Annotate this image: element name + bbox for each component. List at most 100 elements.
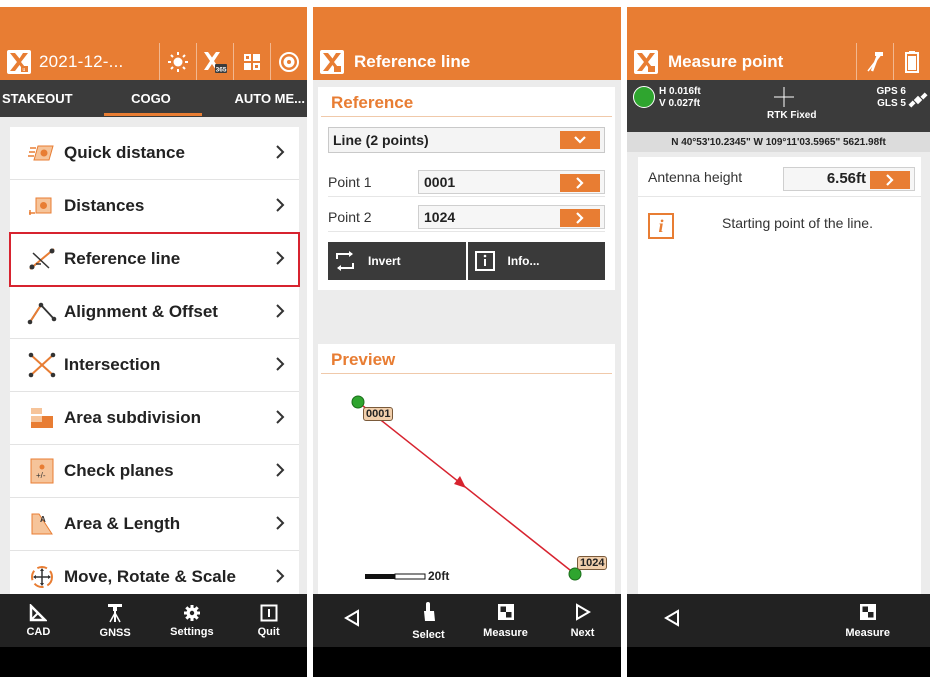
quit-button[interactable]: Quit [230,594,307,647]
tab-stakeout[interactable]: STAKEOUT [0,80,100,117]
antenna-height-value: 6.56ft [826,170,866,187]
chevron-right-icon [276,516,285,530]
quit-icon [260,604,278,621]
bottom-toolbar: Measure [627,594,930,647]
info-icon: i [648,213,674,239]
quit-label: Quit [257,625,280,638]
gls-count: GLS 5 [877,98,906,109]
tab-cogo[interactable]: COGO [100,80,203,117]
reference-heading: Reference [321,87,612,117]
invert-button[interactable]: Invert [328,242,466,280]
point1-pick-button[interactable] [560,173,600,192]
menu-label: Reference line [64,249,181,268]
status-bar [313,7,621,43]
area-subdivision-icon [22,403,62,433]
app-logo-icon[interactable]: u [7,49,31,74]
point2-field[interactable]: 1024 [418,204,605,229]
measure-button[interactable]: Measure [805,594,930,647]
menu-label: Move, Rotate & Scale [64,567,236,586]
dropdown-button[interactable] [560,131,600,149]
info-button[interactable]: Info... [467,242,605,280]
gnss-status-bar[interactable]: H 0.016ft V 0.027ft RTK Fixed GPS 6 GLS … [627,80,930,132]
bottom-toolbar: CAD GNSS Settings Quit [0,594,307,647]
menu-label: Intersection [64,355,161,374]
chevron-right-icon [276,569,285,583]
software-365-icon[interactable]: 365 [196,43,233,80]
line-type-select[interactable]: Line (2 points) [328,127,605,153]
antenna-height-row: Antenna height 6.56ft [638,157,921,197]
menu-label: Quick distance [64,143,185,162]
move-rotate-scale-icon [22,562,62,592]
job-title[interactable]: 2021-12-... [39,52,123,72]
point1-row: Point 1 0001 [328,167,605,197]
scale-bar-empty [394,573,426,580]
brightness-icon[interactable] [159,43,196,80]
app-logo-icon[interactable] [634,49,658,74]
select-button[interactable]: Select [390,594,467,647]
point1-field[interactable]: 0001 [418,169,605,194]
menu-label: Area & Length [64,514,181,533]
app-bar: u 2021-12-... 365 [0,43,307,80]
menu-item-check-planes[interactable]: +/- Check planes [10,445,299,498]
tab-auto-measure[interactable]: AUTO ME... [202,80,307,117]
menu-item-distances[interactable]: Distances [10,180,299,233]
tap-hand-icon [423,601,435,621]
cad-icon [30,603,48,621]
measure-label: Measure [483,626,528,639]
chevron-down-icon [574,136,586,144]
menu-item-reference-line[interactable]: Reference line [9,232,300,287]
tilt-off-icon[interactable] [856,43,893,80]
chevron-right-icon [276,463,285,477]
app-logo-icon[interactable] [320,49,344,74]
cad-label: CAD [26,625,51,638]
point2-pick-button[interactable] [560,208,600,227]
menu-label: Distances [64,196,145,215]
measure-point-screen: Measure point H 0.016ft V 0.027ft RTK Fi… [627,7,930,677]
measure-icon [497,603,514,620]
antenna-height-label: Antenna height [648,168,743,185]
measure-icon [859,603,876,620]
tab-bar: STAKEOUT COGO AUTO ME... [0,80,307,117]
menu-item-area-length[interactable]: A Area & Length [10,498,299,551]
back-button[interactable] [313,594,390,647]
instruction-text: Starting point of the line. [722,215,873,231]
next-button[interactable]: Next [544,594,621,647]
point2-row: Point 2 1024 [328,202,605,232]
menu-item-alignment-offset[interactable]: Alignment & Offset [10,286,299,339]
chevron-right-icon [276,251,285,265]
compass-icon[interactable] [270,43,307,80]
back-button[interactable] [627,594,716,647]
svg-text:+/-: +/- [36,471,46,480]
back-triangle-icon [343,608,359,627]
status-bar [0,7,307,43]
menu-item-quick-distance[interactable]: Quick distance [10,127,299,180]
chevron-right-icon [276,304,285,318]
antenna-height-field[interactable]: 6.56ft [783,167,915,191]
chevron-right-icon [276,198,285,212]
point-marker-0001[interactable] [351,395,365,409]
cad-button[interactable]: CAD [0,594,77,647]
next-label: Next [570,626,595,639]
back-triangle-icon [663,608,679,627]
point-label-0001: 0001 [363,407,394,421]
quick-distance-icon [22,138,62,168]
reference-line-screen: Reference line Reference Line (2 points)… [313,7,621,677]
grid-view-icon[interactable] [233,43,270,80]
settings-label: Settings [170,625,214,638]
scale-bar-filled [365,574,395,579]
menu-item-intersection[interactable]: Intersection [10,339,299,392]
menu-item-area-subdivision[interactable]: Area subdivision [10,392,299,445]
measure-button[interactable]: Measure [467,594,544,647]
fix-status-indicator [633,86,655,108]
menu-label: Check planes [64,461,174,480]
preview-map[interactable]: 0001 1024 20ft [318,378,615,594]
preview-heading: Preview [321,344,612,374]
gnss-button[interactable]: GNSS [77,594,154,647]
chevron-right-icon [276,357,285,371]
point1-value: 0001 [424,173,456,190]
settings-button[interactable]: Settings [154,594,231,647]
antenna-height-button[interactable] [870,171,910,189]
menu-label: Alignment & Offset [64,302,218,321]
invert-label: Invert [368,254,401,268]
gnss-rover-icon [108,603,123,622]
